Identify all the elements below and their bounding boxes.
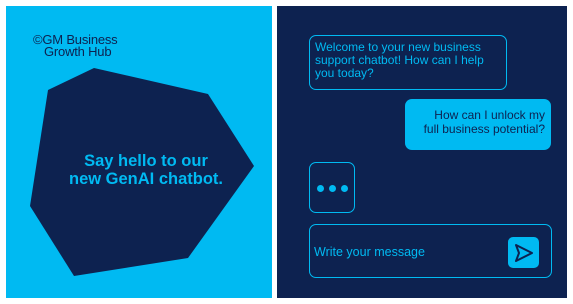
send-arrow-icon <box>514 243 533 262</box>
headline-line-1: Say hello to our <box>84 152 208 170</box>
typing-indicator <box>309 162 355 213</box>
user-message-line-2: full business potential? <box>423 122 545 136</box>
send-button[interactable] <box>508 237 539 268</box>
promo-panel: ©GM Business Growth Hub Say hello to our… <box>6 6 272 298</box>
brand-logo-text: ©GM Business Growth Hub <box>33 33 118 59</box>
typing-dot <box>329 185 336 192</box>
promo-headline: Say hello to our new GenAI chatbot. <box>46 152 246 188</box>
typing-dot <box>317 185 324 192</box>
message-input[interactable] <box>314 243 494 261</box>
brand-line-2: Growth Hub <box>44 44 112 59</box>
headline-line-2: new GenAI chatbot. <box>68 170 223 188</box>
message-composer <box>309 224 552 278</box>
chat-panel: Welcome to your new business support cha… <box>277 6 567 298</box>
user-message-bubble: How can I unlock my full business potent… <box>405 99 551 150</box>
user-message-line-1: How can I unlock my <box>434 108 545 122</box>
typing-dot <box>341 185 348 192</box>
bot-message-bubble: Welcome to your new business support cha… <box>309 35 507 90</box>
